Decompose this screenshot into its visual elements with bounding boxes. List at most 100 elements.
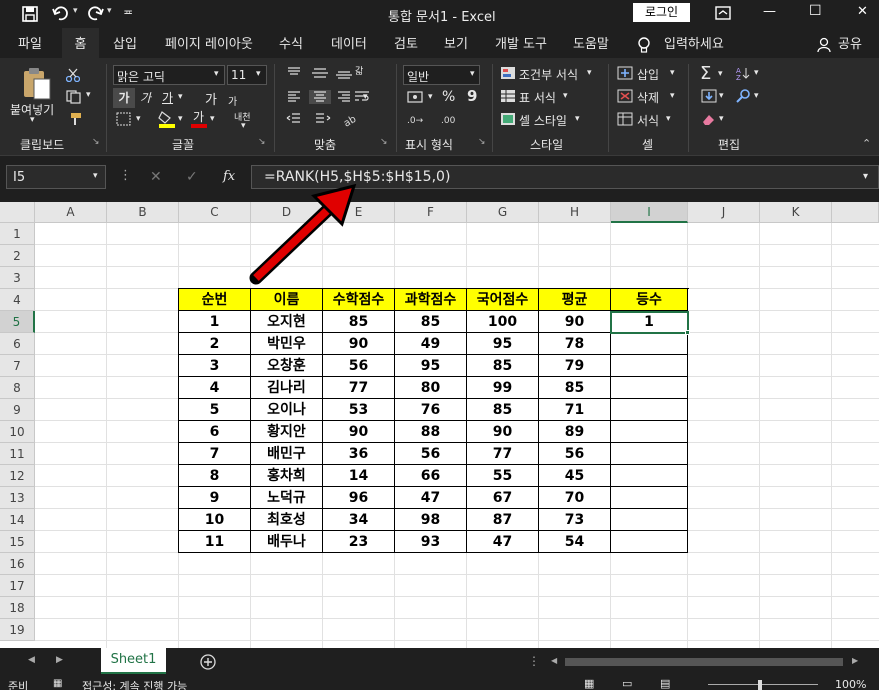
active-cell-selection[interactable] [610, 311, 689, 334]
more-options-icon[interactable]: ⋮ [119, 168, 132, 183]
table-cell[interactable]: 79 [539, 355, 611, 377]
next-sheet-icon[interactable]: ▶ [56, 655, 63, 665]
tab-page-layout[interactable]: 페이지 레이아웃 [165, 28, 253, 62]
table-cell[interactable]: 89 [539, 421, 611, 443]
table-cell[interactable]: 96 [323, 487, 395, 509]
macro-record-icon[interactable]: ▦ [53, 678, 62, 689]
delete-dropdown-icon[interactable]: ▾ [670, 91, 675, 101]
row-header[interactable]: 16 [0, 553, 35, 575]
sort-filter-dropdown-icon[interactable]: ▾ [754, 68, 759, 78]
scroll-left-icon[interactable]: ◀ [551, 656, 557, 665]
format-cells-icon[interactable] [617, 112, 633, 126]
normal-view-icon[interactable]: ▦ [584, 677, 594, 690]
scroll-right-icon[interactable]: ▶ [852, 656, 858, 665]
cell-styles-button[interactable]: 셀 스타일 [519, 112, 567, 129]
table-cell[interactable]: 배민구 [251, 443, 323, 465]
column-header[interactable]: C [179, 202, 251, 223]
row-header[interactable]: 14 [0, 509, 35, 531]
table-cell[interactable]: 71 [539, 399, 611, 421]
conditional-format-button[interactable]: 조건부 서식 [519, 66, 578, 83]
row-header[interactable]: 13 [0, 487, 35, 509]
alignment-launcher-icon[interactable]: ↘ [380, 137, 388, 147]
font-launcher-icon[interactable]: ↘ [258, 137, 266, 147]
table-cell[interactable]: 56 [323, 355, 395, 377]
table-cell[interactable] [611, 509, 688, 531]
login-button[interactable]: 로그인 [633, 3, 690, 22]
table-cell[interactable]: 85 [467, 399, 539, 421]
zoom-slider[interactable] [708, 684, 818, 685]
tab-data[interactable]: 데이터 [331, 28, 367, 62]
table-cell[interactable]: 93 [395, 531, 467, 553]
accessibility-status[interactable]: 접근성: 계속 진행 가능 [82, 678, 187, 690]
border-dropdown-icon[interactable]: ▾ [136, 114, 141, 124]
name-box[interactable]: I5 ▾ [6, 165, 106, 189]
format-cells-button[interactable]: 서식 [637, 112, 659, 129]
merge-dropdown-icon[interactable]: ▾ [363, 92, 368, 102]
column-header-selected[interactable]: I [611, 202, 688, 223]
table-cell[interactable]: 73 [539, 509, 611, 531]
column-header[interactable]: G [467, 202, 539, 223]
zoom-slider-thumb[interactable] [758, 680, 762, 690]
table-cell[interactable]: 노덕규 [251, 487, 323, 509]
horizontal-align-icons[interactable] [286, 90, 356, 104]
italic-button[interactable]: 가 [140, 89, 151, 106]
percent-style-button[interactable]: % [442, 89, 455, 105]
insert-dropdown-icon[interactable]: ▾ [670, 68, 675, 78]
table-cell[interactable]: 85 [467, 355, 539, 377]
prev-sheet-icon[interactable]: ◀ [28, 655, 35, 665]
grow-font-button[interactable]: 가 [205, 89, 217, 108]
tab-view[interactable]: 보기 [444, 28, 468, 62]
table-cell[interactable]: 김나리 [251, 377, 323, 399]
table-cell[interactable]: 53 [323, 399, 395, 421]
table-cell[interactable]: 45 [539, 465, 611, 487]
table-cell[interactable]: 오지현 [251, 311, 323, 333]
font-color-dropdown-icon[interactable]: ▾ [210, 114, 215, 124]
table-cell[interactable]: 87 [467, 509, 539, 531]
close-button[interactable]: ✕ [857, 4, 868, 19]
table-cell[interactable]: 홍차희 [251, 465, 323, 487]
tab-insert[interactable]: 삽입 [113, 28, 137, 62]
table-cell[interactable]: 6 [179, 421, 251, 443]
row-header[interactable]: 9 [0, 399, 35, 421]
table-cell[interactable]: 95 [467, 333, 539, 355]
table-cell[interactable]: 70 [539, 487, 611, 509]
phonetic-dropdown-icon[interactable]: ▾ [241, 121, 246, 131]
table-cell[interactable] [611, 421, 688, 443]
bold-button[interactable]: 가 [113, 88, 135, 108]
cut-icon[interactable] [66, 68, 80, 82]
table-cell[interactable]: 오이나 [251, 399, 323, 421]
table-cell[interactable]: 90 [467, 421, 539, 443]
table-cell[interactable]: 99 [467, 377, 539, 399]
share-person-icon[interactable] [817, 37, 833, 53]
row-header[interactable]: 2 [0, 245, 35, 267]
shrink-font-button[interactable]: 가 [228, 93, 237, 108]
insert-function-button[interactable]: fx [223, 169, 235, 184]
row-header[interactable]: 12 [0, 465, 35, 487]
table-cell[interactable]: 90 [539, 311, 611, 333]
format-as-table-icon[interactable] [500, 89, 516, 103]
row-header[interactable]: 19 [0, 619, 35, 641]
undo-dropdown-icon[interactable]: ▾ [73, 6, 78, 16]
autosum-icon[interactable]: Σ [700, 63, 711, 84]
table-cell[interactable]: 47 [467, 531, 539, 553]
table-cell[interactable]: 4 [179, 377, 251, 399]
share-button[interactable]: 공유 [838, 28, 862, 62]
orientation-button[interactable]: 갋 [355, 64, 363, 77]
table-cell[interactable]: 오창훈 [251, 355, 323, 377]
column-header[interactable]: H [539, 202, 611, 223]
table-cell[interactable]: 90 [323, 333, 395, 355]
table-cell[interactable]: 90 [323, 421, 395, 443]
row-header[interactable]: 7 [0, 355, 35, 377]
tell-me-search[interactable]: 입력하세요 [664, 28, 724, 62]
table-cell[interactable]: 54 [539, 531, 611, 553]
table-cell[interactable] [611, 487, 688, 509]
undo-icon[interactable] [52, 6, 70, 22]
table-cell[interactable]: 77 [323, 377, 395, 399]
table-cell[interactable] [611, 443, 688, 465]
table-cell[interactable] [611, 333, 688, 355]
table-header-cell[interactable]: 이름 [251, 289, 323, 311]
table-cell[interactable]: 100 [467, 311, 539, 333]
row-header[interactable]: 1 [0, 223, 35, 245]
conditional-format-dropdown-icon[interactable]: ▾ [587, 68, 592, 78]
row-header[interactable]: 18 [0, 597, 35, 619]
